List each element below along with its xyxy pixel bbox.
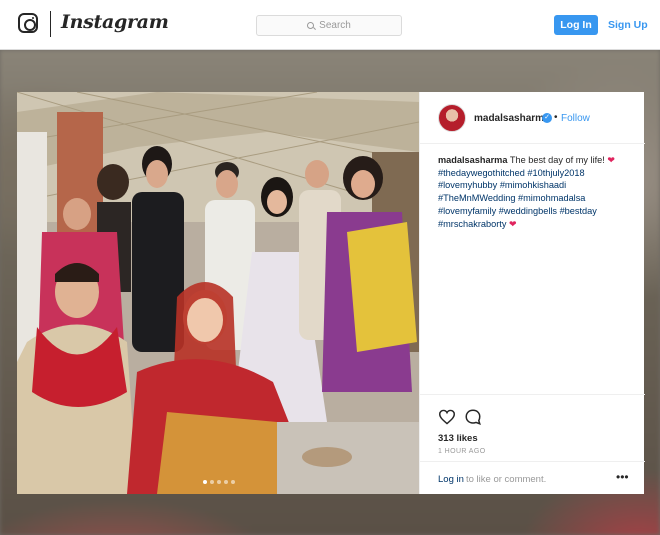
post-username[interactable]: madalsasharma bbox=[474, 113, 550, 124]
separator-dot: • bbox=[554, 112, 558, 123]
hashtag[interactable]: #mimohkishaadi bbox=[500, 180, 566, 190]
carousel-indicators bbox=[203, 480, 235, 484]
comment-prompt: to like or comment. bbox=[466, 474, 547, 485]
comment-bar: Log in to like or comment. ••• bbox=[420, 461, 645, 495]
more-options-icon[interactable]: ••• bbox=[616, 470, 629, 484]
search-placeholder: Search bbox=[319, 20, 351, 31]
top-navigation-bar: Instagram Search Log In Sign Up bbox=[0, 0, 660, 50]
post-modal: madalsasharma ✓ • Follow madalsasharma T… bbox=[17, 92, 645, 494]
logo-divider bbox=[50, 11, 51, 37]
caption-username[interactable]: madalsasharma bbox=[438, 155, 507, 165]
carousel-dot[interactable] bbox=[217, 480, 221, 484]
hashtag[interactable]: #thedaywegothitched bbox=[438, 168, 525, 178]
hashtag[interactable]: #mimohmadalsa bbox=[518, 193, 585, 203]
likes-count[interactable]: 313 likes bbox=[438, 433, 478, 444]
post-actions: 313 likes 1 HOUR AGO Log in to like or c… bbox=[420, 394, 645, 494]
red-heart-icon: ❤ bbox=[607, 155, 615, 165]
hashtag[interactable]: #TheMnMWedding bbox=[438, 193, 515, 203]
hashtag[interactable]: #10thjuly2018 bbox=[527, 168, 584, 178]
wedding-photo-illustration bbox=[17, 92, 419, 494]
avatar[interactable] bbox=[438, 104, 466, 132]
search-icon bbox=[307, 22, 315, 29]
signup-link[interactable]: Sign Up bbox=[608, 19, 648, 31]
hashtag[interactable]: #bestday bbox=[560, 206, 597, 216]
search-input[interactable]: Search bbox=[256, 15, 402, 36]
hashtag[interactable]: #mrschakraborty bbox=[438, 219, 506, 229]
verified-badge-icon: ✓ bbox=[542, 113, 552, 123]
carousel-dot[interactable] bbox=[224, 480, 228, 484]
post-photo[interactable] bbox=[17, 92, 419, 494]
login-link[interactable]: Log in bbox=[438, 474, 464, 485]
post-header: madalsasharma ✓ • Follow bbox=[420, 92, 645, 144]
follow-button[interactable]: Follow bbox=[561, 113, 590, 124]
instagram-glyph-icon[interactable] bbox=[18, 13, 38, 33]
login-button[interactable]: Log In bbox=[554, 15, 598, 35]
post-caption: madalsasharma The best day of my life! ❤… bbox=[438, 154, 633, 230]
instagram-wordmark[interactable]: Instagram bbox=[61, 11, 169, 33]
carousel-dot[interactable] bbox=[203, 480, 207, 484]
broken-heart-icon: ❤ bbox=[508, 218, 517, 229]
carousel-dot[interactable] bbox=[210, 480, 214, 484]
caption-text: The best day of my life! bbox=[509, 155, 605, 165]
heart-outline-icon[interactable] bbox=[438, 409, 456, 425]
hashtag[interactable]: #weddingbells bbox=[499, 206, 557, 216]
post-sidebar: madalsasharma ✓ • Follow madalsasharma T… bbox=[419, 92, 645, 494]
comment-bubble-icon[interactable] bbox=[464, 408, 482, 426]
hashtag[interactable]: #lovemyhubby bbox=[438, 180, 497, 190]
post-timestamp[interactable]: 1 HOUR AGO bbox=[438, 448, 486, 455]
hashtag[interactable]: #lovemyfamily bbox=[438, 206, 496, 216]
carousel-dot[interactable] bbox=[231, 480, 235, 484]
